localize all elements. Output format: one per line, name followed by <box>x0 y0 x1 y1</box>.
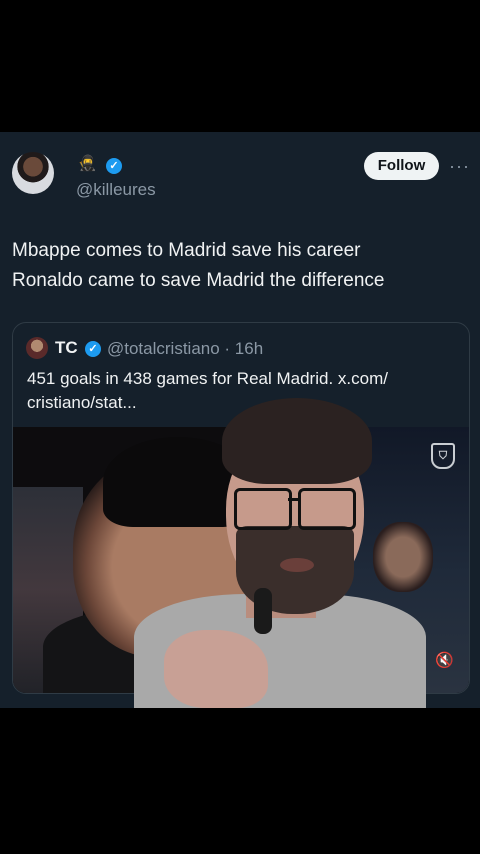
quoted-text-line: 451 goals in 438 games for Real Madrid. … <box>27 369 388 388</box>
author-handle[interactable]: @killeures <box>76 180 156 200</box>
quoted-author-name[interactable]: TC <box>55 338 78 358</box>
follow-button[interactable]: Follow <box>364 152 439 180</box>
microphone <box>254 588 272 634</box>
quoted-author-avatar[interactable] <box>26 337 48 359</box>
tweet-text-line: Ronaldo came to save Madrid the differen… <box>12 270 385 291</box>
top-black-band <box>0 0 480 132</box>
author-avatar[interactable] <box>12 152 54 194</box>
author-name[interactable]: 🥷 <box>78 154 97 172</box>
bottom-black-band <box>0 708 480 854</box>
presenter-hand <box>164 630 268 708</box>
verified-badge-icon: ✓ <box>85 341 101 357</box>
tweet-text-line: Mbappe comes to Madrid save his career <box>12 240 361 261</box>
presenter-hair <box>222 398 372 484</box>
presenter-glasses-bridge <box>288 498 300 501</box>
more-icon[interactable]: ··· <box>449 156 470 177</box>
verified-badge-icon: ✓ <box>106 158 122 174</box>
mute-icon[interactable]: 🔇 <box>435 651 454 669</box>
presenter-mouth <box>280 558 314 572</box>
presenter-glasses-left <box>234 488 292 530</box>
tweet-text: Mbappe comes to Madrid save his career R… <box>12 236 468 296</box>
quoted-handle-time[interactable]: @totalcristiano · 16h <box>107 339 263 359</box>
brand-logo-icon: ⛉ <box>431 443 455 469</box>
presenter-glasses-right <box>298 488 356 530</box>
presenter-overlay <box>134 398 426 708</box>
